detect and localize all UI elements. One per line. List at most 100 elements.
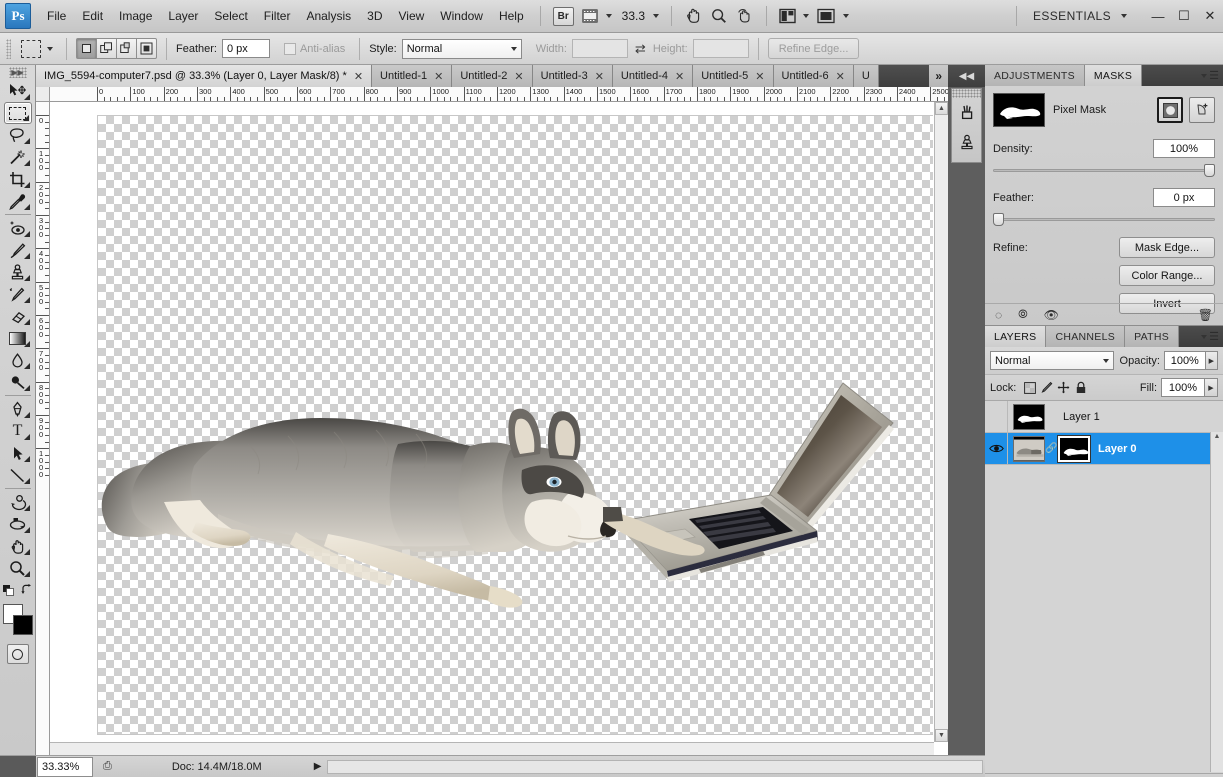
rotate-view-tool-button[interactable] (732, 5, 758, 27)
zoom-level-dropdown[interactable]: 33.3 (616, 5, 663, 27)
tool-preset-picker[interactable] (17, 38, 57, 60)
load-selection-from-mask-icon[interactable]: ◌ (995, 308, 1002, 322)
tool-zoom[interactable] (4, 557, 32, 579)
tool-hand[interactable] (4, 535, 32, 557)
lock-position-icon[interactable] (1055, 380, 1072, 395)
lock-image-pixels-icon[interactable] (1038, 380, 1055, 395)
blend-mode-select[interactable]: Normal (990, 351, 1114, 370)
menu-select[interactable]: Select (206, 5, 255, 27)
close-icon[interactable]: ✕ (595, 70, 604, 83)
background-color-swatch[interactable] (12, 615, 33, 635)
tool-gradient[interactable] (4, 327, 32, 349)
tab-layers[interactable]: LAYERS (985, 326, 1047, 347)
layers-scrollbar[interactable]: ▲ (1210, 432, 1223, 772)
workspace-switcher[interactable]: ESSENTIALS (1025, 5, 1131, 27)
tool-spot-healing-brush[interactable] (4, 217, 32, 239)
zoom-percentage-input[interactable]: 33.33% (37, 756, 93, 777)
layer-thumbnail[interactable] (1013, 403, 1045, 430)
document-tab-truncated[interactable]: U (853, 65, 879, 87)
canvas-horizontal-scrollbar[interactable] (50, 742, 934, 755)
menu-help[interactable]: Help (491, 5, 532, 27)
add-to-selection-button[interactable] (96, 38, 117, 59)
fill-stepper[interactable]: ▶ (1205, 378, 1218, 397)
close-icon[interactable]: ✕ (434, 70, 443, 83)
menu-analysis[interactable]: Analysis (298, 5, 359, 27)
layer-image-thumbnail[interactable] (1013, 435, 1045, 462)
new-selection-button[interactable] (76, 38, 97, 59)
document-tab-untitled-4[interactable]: Untitled-4 ✕ (612, 65, 694, 87)
document-tab-untitled-2[interactable]: Untitled-2 ✕ (452, 65, 533, 87)
height-input[interactable] (692, 39, 749, 58)
tool-3d-rotate[interactable] (4, 491, 32, 513)
collapse-panels-button[interactable]: ◀◀ (948, 65, 985, 87)
document-tab-active[interactable]: IMG_5594-computer7.psd @ 33.3% (Layer 0,… (36, 65, 373, 87)
mask-feather-input[interactable]: 0 px (1153, 188, 1215, 207)
menu-layer[interactable]: Layer (160, 5, 206, 27)
mask-feather-slider[interactable] (993, 213, 1215, 226)
hand-tool-button[interactable] (680, 5, 706, 27)
tab-paths[interactable]: PATHS (1125, 326, 1180, 347)
feather-input[interactable]: 0 px (221, 39, 270, 58)
brush-presets-panel-button[interactable] (952, 98, 981, 128)
close-icon[interactable]: ✕ (675, 70, 684, 83)
tool-eyedropper[interactable] (4, 190, 32, 212)
menu-window[interactable]: Window (432, 5, 491, 27)
pixel-mask-thumbnail[interactable] (993, 93, 1045, 127)
apply-mask-icon[interactable]: ⦾ (1018, 307, 1028, 322)
screen-mode-button[interactable] (775, 5, 813, 27)
mask-feather-slider-knob[interactable] (993, 213, 1004, 226)
view-extras-button[interactable] (578, 5, 616, 27)
options-bar-grip[interactable] (6, 38, 11, 59)
close-icon[interactable]: ✕ (514, 70, 523, 83)
status-bar-scroll-track[interactable] (327, 759, 983, 774)
close-icon[interactable]: ✕ (755, 70, 764, 83)
tab-masks[interactable]: MASKS (1084, 65, 1143, 86)
disable-mask-icon[interactable]: 👁 (1044, 308, 1059, 322)
arrange-documents-button[interactable] (813, 5, 853, 27)
document-info-icon[interactable]: ⎙ (103, 760, 112, 773)
menu-file[interactable]: File (39, 5, 74, 27)
anti-alias-checkbox[interactable] (283, 42, 296, 55)
tab-channels[interactable]: CHANNELS (1046, 326, 1126, 347)
layer-row-layer-0[interactable]: 🔗 Layer 0 (985, 432, 1223, 465)
fill-input[interactable]: 100% (1161, 378, 1205, 397)
document-tab-untitled-5[interactable]: Untitled-5 ✕ (693, 65, 774, 87)
document-tab-untitled-1[interactable]: Untitled-1 ✕ (372, 65, 453, 87)
layer-visibility-toggle[interactable] (985, 400, 1008, 433)
minimize-button[interactable]: — (1145, 6, 1171, 26)
density-input[interactable]: 100% (1153, 139, 1215, 158)
tool-blur[interactable] (4, 349, 32, 371)
tool-move[interactable] (4, 80, 32, 102)
menu-view[interactable]: View (390, 5, 432, 27)
tool-crop[interactable] (4, 168, 32, 190)
opacity-input[interactable]: 100% (1163, 351, 1206, 370)
default-colors-icon[interactable] (2, 585, 15, 597)
tool-history-brush[interactable] (4, 283, 32, 305)
close-icon[interactable]: ✕ (354, 70, 363, 83)
opacity-stepper[interactable]: ▶ (1205, 351, 1218, 370)
style-select[interactable]: Normal (401, 38, 522, 59)
density-slider[interactable] (993, 164, 1215, 177)
swap-colors-icon[interactable] (20, 584, 33, 596)
tool-rectangular-marquee[interactable] (3, 102, 32, 124)
menu-image[interactable]: Image (111, 5, 160, 27)
density-slider-knob[interactable] (1204, 164, 1215, 177)
document-tab-overflow-button[interactable]: » (929, 65, 948, 87)
layer-visibility-toggle[interactable] (985, 432, 1008, 465)
lock-all-icon[interactable] (1072, 380, 1089, 395)
mask-edge-button[interactable]: Mask Edge... (1119, 237, 1215, 258)
scroll-down-button[interactable]: ▼ (935, 729, 948, 742)
launch-bridge-button[interactable]: Br (549, 5, 578, 27)
canvas-vertical-scrollbar[interactable]: ▲ ▼ (934, 102, 948, 742)
layer-row-layer-1[interactable]: Layer 1 (985, 400, 1223, 433)
mini-panel-grip[interactable] (952, 89, 981, 98)
refine-edge-button[interactable]: Refine Edge... (767, 38, 860, 59)
document-tab-untitled-6[interactable]: Untitled-6 ✕ (773, 65, 854, 87)
masks-panel-menu-button[interactable]: ☰ (1201, 69, 1219, 82)
width-input[interactable] (571, 39, 628, 58)
menu-edit[interactable]: Edit (74, 5, 111, 27)
tool-dodge[interactable] (4, 371, 32, 393)
tool-lasso[interactable] (4, 124, 32, 146)
pixel-mask-button[interactable] (1157, 97, 1183, 123)
close-button[interactable]: ✕ (1197, 6, 1223, 26)
